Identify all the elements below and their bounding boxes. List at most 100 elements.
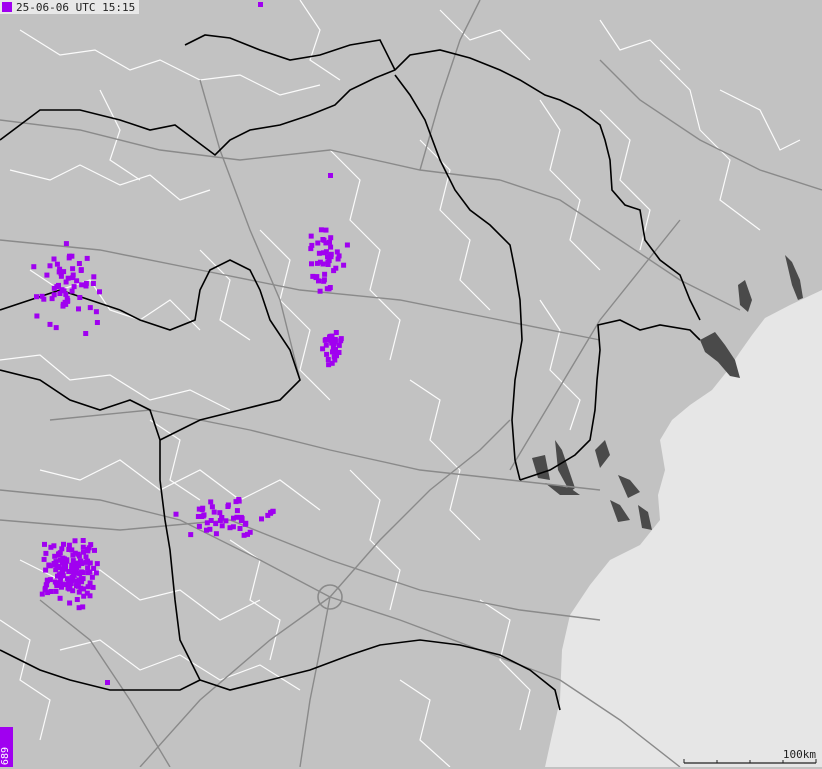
lightning-strike bbox=[321, 262, 326, 267]
lightning-strike bbox=[44, 273, 49, 278]
lightning-strike bbox=[91, 274, 96, 279]
lightning-strike bbox=[204, 528, 209, 533]
lightning-strike bbox=[228, 525, 233, 530]
lightning-strike bbox=[225, 504, 230, 509]
lightning-strike bbox=[31, 264, 36, 269]
lightning-strike bbox=[213, 521, 218, 526]
lightning-strike bbox=[81, 550, 86, 555]
lightning-strike bbox=[76, 306, 81, 311]
lightning-strike bbox=[91, 566, 96, 571]
lightning-strike bbox=[322, 238, 327, 243]
lightning-strike bbox=[81, 538, 86, 543]
lightning-strike bbox=[334, 353, 339, 358]
lightning-strike bbox=[55, 262, 60, 267]
lightning-strike bbox=[327, 240, 332, 245]
lightning-strike bbox=[325, 260, 330, 265]
lightning-strike bbox=[323, 338, 328, 343]
lightning-strike bbox=[44, 582, 49, 587]
lightning-strike bbox=[174, 512, 179, 517]
lightning-strike bbox=[79, 268, 84, 273]
lightning-strike bbox=[54, 325, 59, 330]
lightning-strike bbox=[97, 289, 102, 294]
lightning-strike bbox=[70, 266, 75, 271]
timestamp-text: 25-06-06 UTC 15:15 bbox=[16, 1, 135, 14]
lightning-strike bbox=[67, 255, 72, 260]
lightning-strike bbox=[332, 347, 337, 352]
lightning-strike bbox=[235, 508, 240, 513]
lightning-strike bbox=[318, 289, 323, 294]
lightning-strike bbox=[309, 261, 314, 266]
lightning-strike bbox=[328, 235, 333, 240]
lightning-strike bbox=[63, 292, 68, 297]
lightning-strike bbox=[324, 343, 329, 348]
lightning-strike bbox=[60, 560, 65, 565]
lightning-strike bbox=[61, 542, 66, 547]
lightning-strike bbox=[41, 297, 46, 302]
lightning-strike bbox=[309, 234, 314, 239]
lightning-strike bbox=[238, 526, 243, 531]
lightning-strike bbox=[77, 261, 82, 266]
lightning-strike bbox=[55, 574, 60, 579]
lightning-strike bbox=[324, 352, 329, 357]
lightning-strike bbox=[70, 275, 75, 280]
lightning-strike bbox=[69, 563, 74, 568]
lightning-strike bbox=[314, 274, 319, 279]
lightning-strike bbox=[53, 580, 58, 585]
lightning-strike bbox=[322, 272, 327, 277]
lightning-strike bbox=[95, 561, 100, 566]
lightning-strike bbox=[40, 592, 45, 597]
lightning-strike bbox=[259, 516, 264, 521]
lightning-strike bbox=[67, 601, 72, 606]
lightning-strike bbox=[248, 530, 253, 535]
scale-bar: 100km bbox=[682, 749, 818, 765]
lightning-strike bbox=[94, 309, 99, 314]
lightning-strike bbox=[329, 252, 334, 257]
lightning-strike bbox=[85, 565, 90, 570]
lightning-strike bbox=[95, 320, 100, 325]
lightning-strike bbox=[205, 520, 210, 525]
lightning-strike bbox=[48, 577, 53, 582]
lightning-strike bbox=[319, 227, 324, 232]
lightning-strike bbox=[217, 510, 222, 515]
lightning-strike bbox=[333, 266, 338, 271]
lightning-strike bbox=[72, 284, 77, 289]
lightning-strike bbox=[91, 585, 96, 590]
lightning-strike bbox=[66, 586, 71, 591]
lightning-strike bbox=[78, 586, 83, 591]
lightning-strike bbox=[94, 570, 99, 575]
lightning-strike bbox=[74, 583, 79, 588]
lightning-strike bbox=[327, 286, 332, 291]
lightning-strike bbox=[58, 580, 63, 585]
lightning-strike bbox=[322, 277, 327, 282]
lightning-strike bbox=[231, 516, 236, 521]
lightning-strike bbox=[83, 560, 88, 565]
lightning-strike bbox=[43, 551, 48, 556]
lightning-strike bbox=[34, 314, 39, 319]
lightning-strike bbox=[60, 287, 65, 292]
lightning-strike bbox=[59, 546, 64, 551]
lightning-strike bbox=[239, 518, 244, 523]
lightning-strike bbox=[75, 597, 80, 602]
lightning-strike bbox=[315, 241, 320, 246]
lightning-map bbox=[0, 0, 822, 767]
lightning-strike bbox=[242, 533, 247, 538]
lightning-strike bbox=[52, 561, 57, 566]
lightning-strike bbox=[83, 331, 88, 336]
lightning-strike bbox=[332, 340, 337, 345]
lightning-strike bbox=[57, 269, 62, 274]
lightning-strike bbox=[330, 361, 335, 366]
lightning-strike bbox=[48, 322, 53, 327]
lightning-strike bbox=[70, 289, 75, 294]
lightning-strike bbox=[80, 604, 85, 609]
lightning-strike bbox=[76, 552, 81, 557]
lightning-strike bbox=[84, 554, 89, 559]
lightning-strike bbox=[56, 283, 61, 288]
lightning-strike bbox=[208, 499, 213, 504]
lightning-strike bbox=[62, 565, 67, 570]
lightning-strike bbox=[78, 559, 83, 564]
lightning-strike bbox=[337, 343, 342, 348]
lightning-strike bbox=[214, 531, 219, 536]
timestamp-bar: 25-06-06 UTC 15:15 bbox=[0, 0, 139, 14]
lightning-strike bbox=[85, 570, 90, 575]
lightning-strike bbox=[328, 245, 333, 250]
